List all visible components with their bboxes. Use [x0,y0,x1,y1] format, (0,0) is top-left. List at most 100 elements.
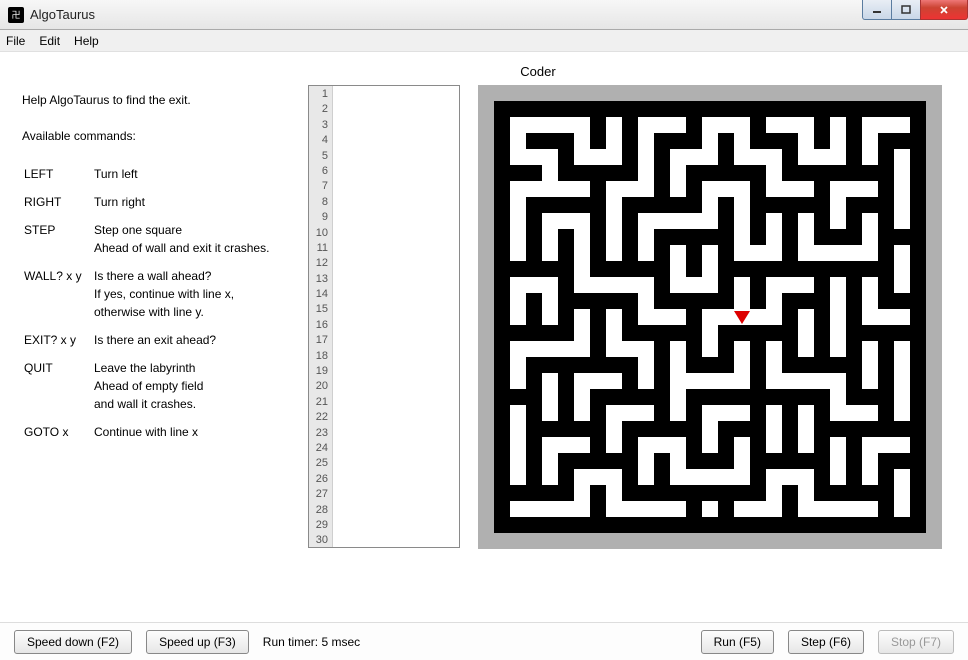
line-number: 23 [309,426,328,441]
maze-path [782,117,798,133]
help-desc: Is there a wall ahead?If yes, continue w… [94,267,269,329]
maze-path [702,373,718,389]
maze-path [766,421,782,437]
maze-path [734,501,750,517]
code-text-area[interactable] [333,86,459,547]
maze-path [574,261,590,277]
maze-path [510,149,526,165]
stop-button[interactable]: Stop (F7) [878,630,954,654]
maze-path [766,405,782,421]
line-number: 27 [309,487,328,502]
maze-path [702,437,718,453]
maze-path [558,181,574,197]
maze-path [638,357,654,373]
maze-path [510,277,526,293]
run-button[interactable]: Run (F5) [701,630,774,654]
maze-path [670,453,686,469]
maze-path [734,357,750,373]
maze-path [798,181,814,197]
maze-path [542,389,558,405]
content-area: Coder Help AlgoTaurus to find the exit. … [0,52,968,620]
minimize-button[interactable] [862,0,892,20]
maze-path [862,357,878,373]
maze-path [734,245,750,261]
maze-path [702,309,718,325]
maze-path [606,437,622,453]
maze-path [830,197,846,213]
maze-path [894,213,910,229]
maze-path [862,117,878,133]
maze-path [862,309,878,325]
maze-path [542,277,558,293]
maze-path [894,261,910,277]
maze-path [542,437,558,453]
maze-path [830,389,846,405]
speed-up-button[interactable]: Speed up (F3) [146,630,249,654]
maze-path [894,149,910,165]
help-intro: Help AlgoTaurus to find the exit. [22,91,298,109]
maze-path [702,245,718,261]
maze-path [766,229,782,245]
help-cmd: GOTO x [24,423,92,449]
maze-path [766,341,782,357]
line-number: 26 [309,472,328,487]
maze-path [574,213,590,229]
maze-path [702,501,718,517]
maze-path [782,373,798,389]
help-panel: Help AlgoTaurus to find the exit. Availa… [18,85,298,637]
maze-path [638,181,654,197]
maze-path [798,373,814,389]
maze-path [750,245,766,261]
maze-path [638,133,654,149]
maze-path [894,437,910,453]
step-button[interactable]: Step (F6) [788,630,864,654]
menu-file[interactable]: File [6,34,25,48]
menu-help[interactable]: Help [74,34,99,48]
maze-path [558,437,574,453]
maze-path [862,373,878,389]
maximize-button[interactable] [891,0,921,20]
line-number: 13 [309,272,328,287]
close-button[interactable] [920,0,968,20]
maze-path [574,485,590,501]
maze-path [734,341,750,357]
line-number: 14 [309,287,328,302]
maze-path [590,373,606,389]
speed-down-button[interactable]: Speed down (F2) [14,630,132,654]
maze-path [782,181,798,197]
maze-path [814,149,830,165]
maze-path [862,245,878,261]
help-cmd: EXIT? x y [24,331,92,357]
maze-path [702,213,718,229]
maze-path [734,437,750,453]
maze-path [638,309,654,325]
title-bar: 卍 AlgoTaurus [0,0,968,30]
maze-path [718,181,734,197]
line-number: 6 [309,164,328,179]
maze-path [526,277,542,293]
help-cmd: LEFT [24,165,92,191]
maze-path [574,133,590,149]
maze-path [862,501,878,517]
maze-path [670,261,686,277]
line-number: 24 [309,441,328,456]
menu-edit[interactable]: Edit [39,34,60,48]
maze-path [606,325,622,341]
code-editor[interactable]: 1234567891011121314151617181920212223242… [308,85,460,548]
app-icon: 卍 [8,7,24,23]
maze-path [862,149,878,165]
maze-path [574,309,590,325]
maze-path [894,117,910,133]
maze-path [574,437,590,453]
maze-path [830,325,846,341]
maze-path [830,213,846,229]
maze-path [798,117,814,133]
maze-path [574,389,590,405]
bottom-toolbar: Speed down (F2) Speed up (F3) Run timer:… [0,622,968,660]
maze-path [654,309,670,325]
maze-path [830,133,846,149]
maze-path [638,469,654,485]
maze-path [814,245,830,261]
maze-path [542,181,558,197]
maze-path [862,437,878,453]
